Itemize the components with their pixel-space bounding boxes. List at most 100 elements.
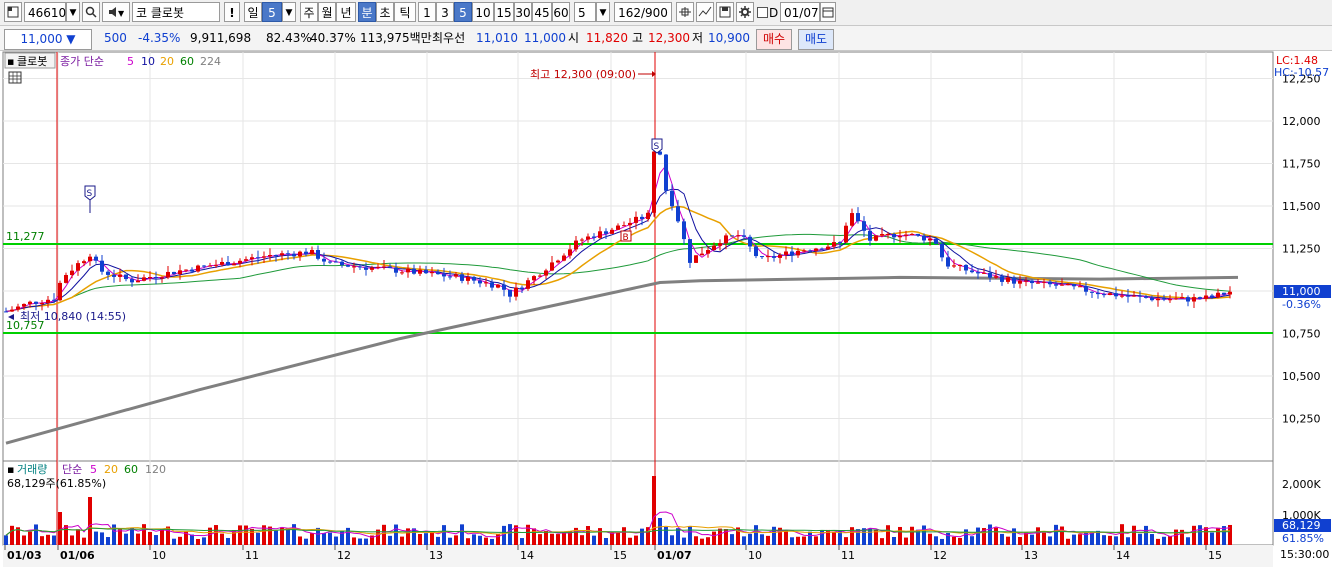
- candle-body: [298, 251, 302, 257]
- period-tick-button[interactable]: 틱: [394, 2, 416, 22]
- minute-60-button[interactable]: 60: [552, 2, 570, 22]
- minute-1-button[interactable]: 1: [418, 2, 436, 22]
- volume-bar: [4, 535, 8, 545]
- bar-count-field[interactable]: 162/900: [614, 2, 672, 22]
- chart-area[interactable]: ▪ 클로봇 종가 단순 5 10 20 60 224 최고 12,300 (09…: [0, 51, 1332, 568]
- volume-bar: [358, 538, 362, 545]
- save-icon[interactable]: [716, 2, 734, 22]
- candle-body: [406, 268, 410, 273]
- table-icon[interactable]: [8, 71, 22, 84]
- date-checkbox[interactable]: [756, 2, 768, 22]
- candle-body: [1096, 292, 1100, 295]
- search-icon[interactable]: [82, 2, 100, 22]
- trade-amount: 113,975백만: [360, 31, 432, 45]
- volume-bar: [448, 537, 452, 545]
- sell-button[interactable]: 매도: [798, 29, 835, 50]
- price-tick-label: 10,250: [1282, 413, 1321, 426]
- volume-bar: [1000, 533, 1004, 545]
- candle-body: [952, 265, 956, 267]
- volume: 9,911,698: [190, 31, 252, 45]
- stock-name-field[interactable]: 코 클로봇: [132, 2, 220, 22]
- period-day-button[interactable]: 일: [244, 2, 262, 22]
- candle-body: [1222, 292, 1226, 295]
- candle-body: [118, 274, 122, 277]
- tool-drawing-icon[interactable]: [696, 2, 714, 22]
- period-value-button[interactable]: 5: [262, 2, 282, 22]
- volume-bar: [1156, 538, 1160, 545]
- volume-bar: [850, 527, 854, 545]
- volume-bar: [1024, 532, 1028, 545]
- gear-icon[interactable]: [736, 2, 754, 22]
- svg-text:B: B: [623, 233, 629, 243]
- minute-15-button[interactable]: 15: [494, 2, 514, 22]
- volume-bar: [64, 525, 68, 545]
- volume-legend-ma20: 20: [104, 463, 118, 476]
- candle-body: [178, 270, 182, 275]
- candle-body: [1162, 298, 1166, 300]
- minute-5-button[interactable]: 5: [454, 2, 472, 22]
- candle-body: [706, 250, 710, 254]
- candlestick-chart[interactable]: ▪ 클로봇 종가 단순 5 10 20 60 224 최고 12,300 (09…: [0, 51, 1332, 568]
- volume-bar: [382, 524, 386, 545]
- period-week-button[interactable]: 주: [300, 2, 318, 22]
- alert-button[interactable]: !: [224, 2, 240, 22]
- volume-bar: [400, 536, 404, 545]
- candle-body: [286, 253, 290, 255]
- candle-body: [784, 251, 788, 255]
- minute-30-button[interactable]: 30: [514, 2, 532, 22]
- stock-code-input[interactable]: 466100: [24, 2, 74, 22]
- date-input[interactable]: 01/07: [780, 2, 820, 22]
- window-icon[interactable]: [4, 2, 22, 22]
- candle-body: [502, 284, 506, 290]
- speaker-icon[interactable]: ▼: [102, 2, 130, 22]
- volume-bar: [490, 538, 494, 545]
- candle-body: [832, 242, 836, 247]
- candle-body: [244, 259, 248, 261]
- code-dropdown-icon[interactable]: ▼: [66, 2, 80, 22]
- bar-count: 162: [618, 6, 641, 20]
- candle-body: [688, 239, 692, 263]
- current-volume-axis: 68,129: [1282, 519, 1321, 532]
- volume-bar: [1048, 536, 1052, 545]
- period-year-button[interactable]: 년: [336, 2, 356, 22]
- volume-bar: [976, 527, 980, 545]
- volume-bar: [388, 535, 392, 545]
- price-axis: 12,25012,00011,75011,50011,25011,00010,7…: [1282, 73, 1321, 426]
- volume-bar: [214, 525, 218, 545]
- period-second-button[interactable]: 초: [376, 2, 394, 22]
- period-dropdown-icon[interactable]: ▼: [282, 2, 296, 22]
- volume-bar: [424, 533, 428, 545]
- candle-body: [196, 265, 200, 272]
- candle-body: [442, 274, 446, 277]
- candle-body: [472, 276, 476, 281]
- time-axis-bg: [3, 545, 1273, 567]
- period-minute-button[interactable]: 분: [358, 2, 376, 22]
- tool-crosshair-icon[interactable]: [676, 2, 694, 22]
- custom-interval-input[interactable]: 5: [574, 2, 596, 22]
- candle-body: [1054, 284, 1058, 286]
- candle-body: [448, 276, 452, 278]
- volume-bar: [1084, 531, 1088, 545]
- volume-bar: [136, 533, 140, 545]
- calendar-icon[interactable]: [820, 2, 836, 22]
- candle-body: [700, 253, 704, 256]
- volume-bar: [100, 532, 104, 545]
- candle-body: [160, 277, 164, 279]
- candle-body: [586, 236, 590, 240]
- svg-text:S: S: [87, 189, 93, 199]
- volume-bar: [520, 538, 524, 545]
- candle-body: [28, 301, 32, 304]
- interval-dropdown-icon[interactable]: ▼: [596, 2, 610, 22]
- buy-button[interactable]: 매수: [756, 29, 793, 50]
- volume-bar: [1210, 532, 1214, 545]
- time-tick-label: 11: [245, 549, 259, 562]
- period-month-button[interactable]: 월: [318, 2, 336, 22]
- minute-45-button[interactable]: 45: [532, 2, 552, 22]
- minute-10-button[interactable]: 10: [472, 2, 494, 22]
- candle-body: [418, 269, 422, 274]
- candle-body: [652, 151, 656, 213]
- candle-body: [982, 272, 986, 274]
- current-pct-axis: -0.36%: [1282, 298, 1321, 311]
- candle-body: [100, 260, 104, 272]
- minute-3-button[interactable]: 3: [436, 2, 454, 22]
